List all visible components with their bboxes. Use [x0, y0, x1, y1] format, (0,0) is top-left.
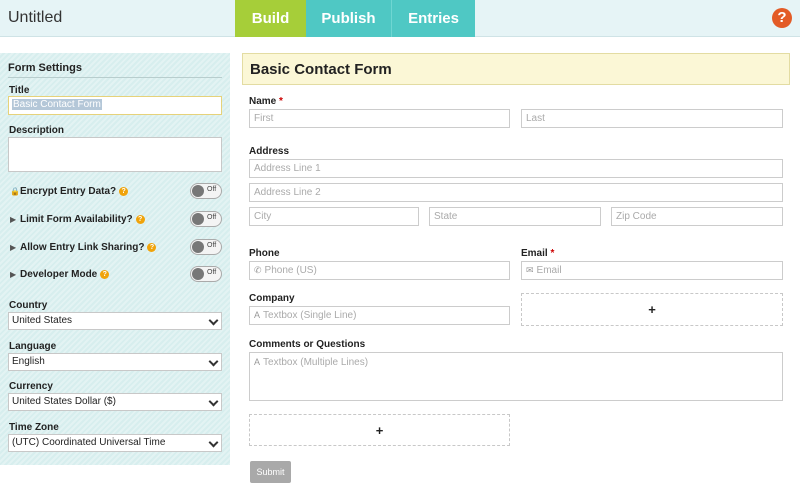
top-header: Untitled Build Publish Entries ?	[0, 0, 800, 37]
tab-build[interactable]: Build	[235, 0, 306, 37]
caret-right-icon[interactable]: ▶	[10, 270, 20, 279]
comments-placeholder: Textbox (Multiple Lines)	[263, 357, 369, 368]
chevron-down-icon	[208, 315, 219, 326]
caret-right-icon[interactable]: ▶	[10, 243, 20, 252]
first-name-input[interactable]: First	[249, 109, 510, 128]
address-label: Address	[249, 146, 290, 157]
address-line1-input[interactable]: Address Line 1	[249, 159, 783, 178]
email-placeholder: Email	[536, 265, 562, 276]
comments-textarea[interactable]: A Textbox (Multiple Lines)	[249, 352, 783, 401]
zip-code-input[interactable]: Zip Code	[611, 207, 783, 226]
chevron-down-icon	[208, 396, 219, 407]
email-label: Email *	[521, 248, 554, 259]
form-settings-sidebar: Form Settings Title Basic Contact Form D…	[0, 53, 230, 465]
toggle-state: Off	[207, 242, 217, 249]
encrypt-toggle[interactable]: Off	[190, 183, 222, 199]
sidebar-heading: Form Settings	[8, 62, 222, 78]
question-icon[interactable]: ?	[147, 242, 157, 252]
phone-label: Phone	[249, 248, 280, 259]
toggle-label-encrypt: Encrypt Entry Data?	[20, 185, 117, 197]
question-icon[interactable]: ?	[119, 186, 129, 196]
email-input[interactable]: ✉ Email	[521, 261, 783, 280]
question-icon[interactable]: ?	[100, 269, 110, 279]
required-mark: *	[279, 96, 283, 107]
toggle-label-developer: Developer Mode	[20, 268, 98, 280]
lock-icon: 🔒	[10, 186, 20, 196]
country-label: Country	[9, 300, 48, 311]
toggle-row-encrypt: 🔒 Encrypt Entry Data? ? Off	[10, 183, 222, 199]
description-label: Description	[9, 125, 65, 136]
company-input[interactable]: A Textbox (Single Line)	[249, 306, 510, 325]
sharing-toggle[interactable]: Off	[190, 239, 222, 255]
caret-right-icon[interactable]: ▶	[10, 215, 20, 224]
toggle-row-developer: ▶ Developer Mode ? Off	[10, 266, 222, 282]
email-label-text: Email	[521, 248, 548, 259]
currency-label: Currency	[9, 381, 53, 392]
city-input[interactable]: City	[249, 207, 419, 226]
company-placeholder: Textbox (Single Line)	[263, 310, 357, 321]
company-label: Company	[249, 293, 295, 304]
toggle-state: Off	[207, 214, 217, 221]
envelope-icon: ✉	[526, 265, 534, 275]
text-icon: A	[254, 357, 261, 367]
chevron-down-icon	[208, 437, 219, 448]
chevron-down-icon	[208, 356, 219, 367]
currency-value: United States Dollar ($)	[12, 396, 116, 407]
title-label: Title	[9, 85, 30, 96]
add-field-button[interactable]: +	[249, 414, 510, 446]
title-input[interactable]: Basic Contact Form	[8, 96, 222, 115]
question-icon[interactable]: ?	[135, 214, 145, 224]
name-label: Name *	[249, 96, 283, 107]
toggle-knob	[192, 213, 204, 225]
country-select[interactable]: United States	[8, 312, 222, 330]
language-value: English	[12, 356, 45, 367]
last-name-input[interactable]: Last	[521, 109, 783, 128]
phone-placeholder: Phone (US)	[264, 265, 317, 276]
country-value: United States	[12, 315, 73, 326]
state-input[interactable]: State	[429, 207, 601, 226]
title-input-value: Basic Contact Form	[12, 99, 102, 110]
form-title[interactable]: Basic Contact Form	[242, 53, 790, 85]
address-line2-input[interactable]: Address Line 2	[249, 183, 783, 202]
text-icon: A	[254, 310, 261, 320]
timezone-label: Time Zone	[9, 422, 59, 433]
language-label: Language	[9, 341, 57, 352]
tab-entries[interactable]: Entries	[391, 0, 475, 37]
name-label-text: Name	[249, 96, 277, 107]
toggle-label-limit: Limit Form Availability?	[20, 213, 133, 225]
toggle-row-sharing: ▶ Allow Entry Link Sharing? ? Off	[10, 239, 222, 255]
timezone-value: (UTC) Coordinated Universal Time	[12, 437, 166, 448]
developer-toggle[interactable]: Off	[190, 266, 222, 282]
description-textarea[interactable]	[8, 137, 222, 172]
help-icon[interactable]: ?	[772, 8, 792, 28]
timezone-select[interactable]: (UTC) Coordinated Universal Time	[8, 434, 222, 452]
currency-select[interactable]: United States Dollar ($)	[8, 393, 222, 411]
tab-publish[interactable]: Publish	[306, 0, 391, 37]
submit-button[interactable]: Submit	[250, 461, 291, 483]
add-field-button[interactable]: +	[521, 293, 783, 326]
toggle-label-sharing: Allow Entry Link Sharing?	[20, 241, 145, 253]
app-title: Untitled	[8, 9, 63, 26]
limit-toggle[interactable]: Off	[190, 211, 222, 227]
required-mark: *	[550, 248, 555, 259]
phone-icon: ✆	[254, 265, 262, 275]
toggle-row-limit: ▶ Limit Form Availability? ? Off	[10, 211, 222, 227]
phone-input[interactable]: ✆ Phone (US)	[249, 261, 510, 280]
toggle-state: Off	[207, 186, 217, 193]
comments-label: Comments or Questions	[249, 339, 366, 350]
toggle-knob	[192, 268, 204, 280]
toggle-knob	[192, 241, 204, 253]
toggle-knob	[192, 185, 204, 197]
toggle-state: Off	[207, 269, 217, 276]
language-select[interactable]: English	[8, 353, 222, 371]
